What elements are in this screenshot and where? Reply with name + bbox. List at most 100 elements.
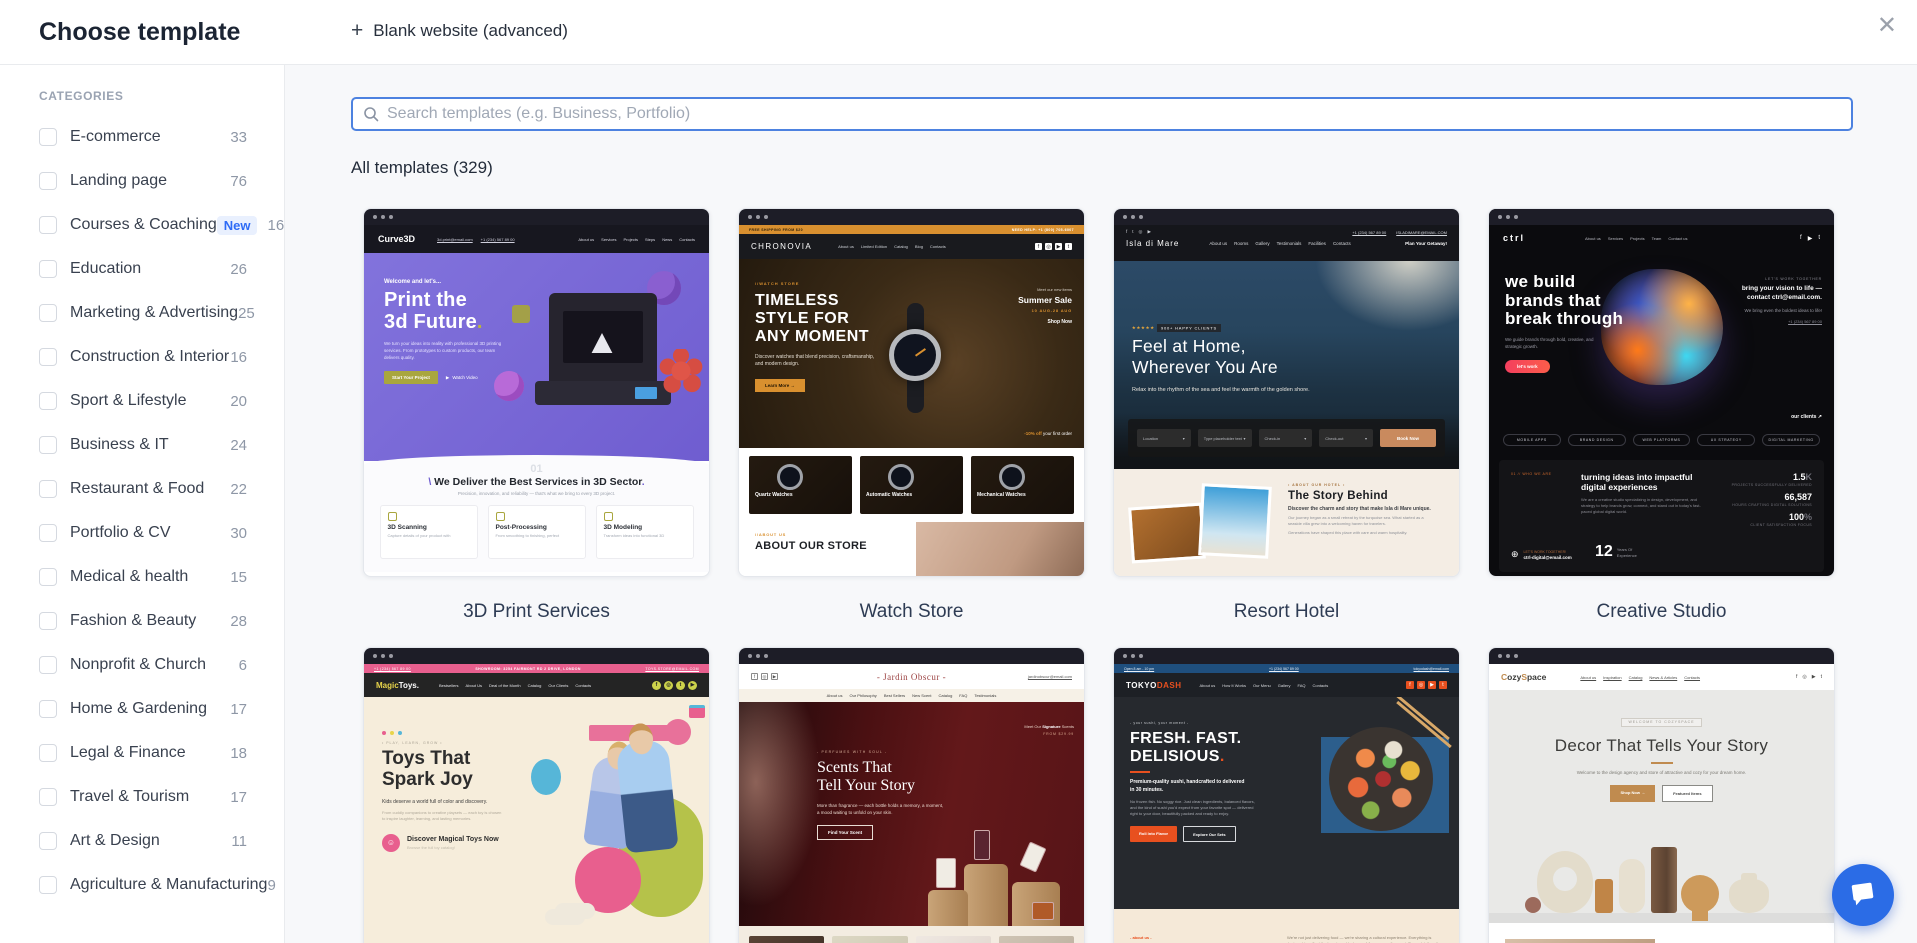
category-item[interactable]: Marketing & Advertising 25 [0,291,284,335]
template-card-perfume[interactable]: f◎▶ - Jardin Obscur - jardinobscur@email… [738,647,1085,943]
preview-hero: //WATCH STORE TIMELESS STYLE FOR ANY MOM… [739,259,1084,448]
category-checkbox[interactable] [39,216,57,234]
chat-widget-button[interactable] [1832,864,1894,926]
facebook-icon: f [1406,681,1414,689]
category-item[interactable]: Courses & Coaching New 16 [0,203,284,247]
category-item[interactable]: Travel & Tourism 17 [0,775,284,819]
preview-hero: WELCOME TO COZYSPACE Decor That Tells Yo… [1489,690,1834,923]
feature-icon [388,512,397,521]
category-item[interactable]: Nonprofit & Church 6 [0,643,284,687]
category-checkbox[interactable] [39,128,57,146]
browser-dots-icon [364,209,709,225]
twitter-icon: t [1132,229,1133,235]
watch-graphic [999,464,1025,490]
category-item[interactable]: E-commerce 33 [0,115,284,159]
category-checkbox[interactable] [39,392,57,410]
feature-icon [496,512,505,521]
watch-graphic [777,464,803,490]
feature-box: 3D Scanning Capture details of your prod… [380,505,478,559]
dialog-header: Choose template + Blank website (advance… [0,0,1917,65]
instagram-icon: ◎ [1045,243,1052,250]
category-label: Travel & Tourism [70,788,189,806]
category-item[interactable]: Education 26 [0,247,284,291]
category-checkbox[interactable] [39,348,57,366]
category-checkbox[interactable] [39,568,57,586]
search-icon [363,106,379,122]
booking-field: Type placeholder text▾ [1198,429,1252,447]
template-card-decor[interactable]: CozySpace About usInspirationCatalogNews… [1488,647,1835,943]
category-item[interactable]: Art & Design 11 [0,819,284,863]
category-item[interactable]: Agriculture & Manufacturing 9 [0,863,284,907]
category-item[interactable]: Portfolio & CV 30 [0,511,284,555]
browser-dots-icon [1114,648,1459,664]
template-gallery: All templates (329) Curve3D 3d.print@ema… [285,65,1917,943]
category-item[interactable]: Business & IT 24 [0,423,284,467]
preview-button: let's work [1505,360,1550,373]
category-item[interactable]: Restaurant & Food 22 [0,467,284,511]
gift-icon [689,705,705,718]
category-item[interactable]: Sport & Lifestyle 20 [0,379,284,423]
category-checkbox[interactable] [39,436,57,454]
template-card-3d-print-services[interactable]: Curve3D 3d.print@email.com +1 (234) 567 … [363,208,710,577]
preview-hero: Welcome and let's... Print the 3d Future… [364,253,709,461]
category-checkbox[interactable] [39,744,57,762]
category-checkbox[interactable] [39,524,57,542]
booking-field: Location▾ [1137,429,1191,447]
category-item[interactable]: Landing page 76 [0,159,284,203]
service-pill: DIGITAL MARKETING [1762,434,1820,446]
close-icon[interactable]: ✕ [1877,14,1897,38]
template-card-sushi[interactable]: Open 8 am - 10 pm +1 (234) 567 89 00 tok… [1113,647,1460,943]
service-pill: BRAND DESIGN [1568,434,1626,446]
facebook-icon: f [1796,674,1797,680]
category-checkbox[interactable] [39,260,57,278]
instagram-icon: ◎ [1417,681,1425,689]
preview-hero-title: Scents That Tell Your Story [817,759,1084,796]
choose-template-dialog: Choose template + Blank website (advance… [0,0,1917,943]
category-count: 25 [238,305,255,322]
category-label: Fashion & Beauty [70,612,196,630]
category-count: 16 [230,349,247,366]
blank-website-button[interactable]: + Blank website (advanced) [351,20,568,41]
category-label: Legal & Finance [70,744,186,762]
preview-button: Learn More → [755,379,805,392]
category-item[interactable]: Legal & Finance 18 [0,731,284,775]
category-count: 9 [267,877,275,894]
youtube-icon: ▶ [688,681,697,690]
youtube-icon: ▶ [1428,681,1436,689]
youtube-icon: ▶ [1055,243,1062,250]
category-checkbox[interactable] [39,172,57,190]
category-checkbox[interactable] [39,480,57,498]
facebook-icon: f [652,681,661,690]
feature-box: Post-Processing From smoothing to finish… [488,505,586,559]
category-checkbox[interactable] [39,700,57,718]
twitter-icon: t [676,681,685,690]
template-card-toys[interactable]: +1 (234) 567 89 00 SHOWROOM: 3254 FAIRMO… [363,647,710,943]
category-checkbox[interactable] [39,304,57,322]
category-checkbox[interactable] [39,788,57,806]
category-checkbox[interactable] [39,612,57,630]
instagram-icon: ◎ [1802,674,1806,680]
category-item[interactable]: Home & Gardening 17 [0,687,284,731]
category-label: Portfolio & CV [70,524,170,542]
category-item[interactable]: Medical & health 15 [0,555,284,599]
category-checkbox[interactable] [39,832,57,850]
category-item[interactable]: Construction & Interior 16 [0,335,284,379]
template-card-creative-studio[interactable]: ctrl About usServicesProjectsTeamContact… [1488,208,1835,577]
browser-dots-icon [739,648,1084,664]
browser-dots-icon [1489,209,1834,225]
booking-bar: Location▾Type placeholder text▾Check-in▾… [1128,419,1445,457]
preview-button: Book Now [1380,429,1436,447]
category-item[interactable]: Fashion & Beauty 28 [0,599,284,643]
preview-hero-title: Feel at Home, Wherever You Are [1132,336,1459,378]
product-thumbnails [739,926,1084,943]
search-input[interactable] [387,105,1841,123]
template-card-resort-hotel[interactable]: ft◎▶ +1 (234) 567 89 00 ISLADIMARE@EMAIL… [1113,208,1460,577]
category-label: Education [70,260,141,278]
vases-graphic [1489,827,1834,923]
youtube-icon: ▶ [1812,674,1816,680]
template-card-watch-store[interactable]: FREE SHIPPING FROM $20 NEED HELP: +1 (80… [738,208,1085,577]
category-checkbox[interactable] [39,876,57,894]
category-checkbox[interactable] [39,656,57,674]
category-label: Construction & Interior [70,348,229,366]
preview-hero: • PLAY, LEARN, GROW • Toys That Spark Jo… [364,697,709,943]
